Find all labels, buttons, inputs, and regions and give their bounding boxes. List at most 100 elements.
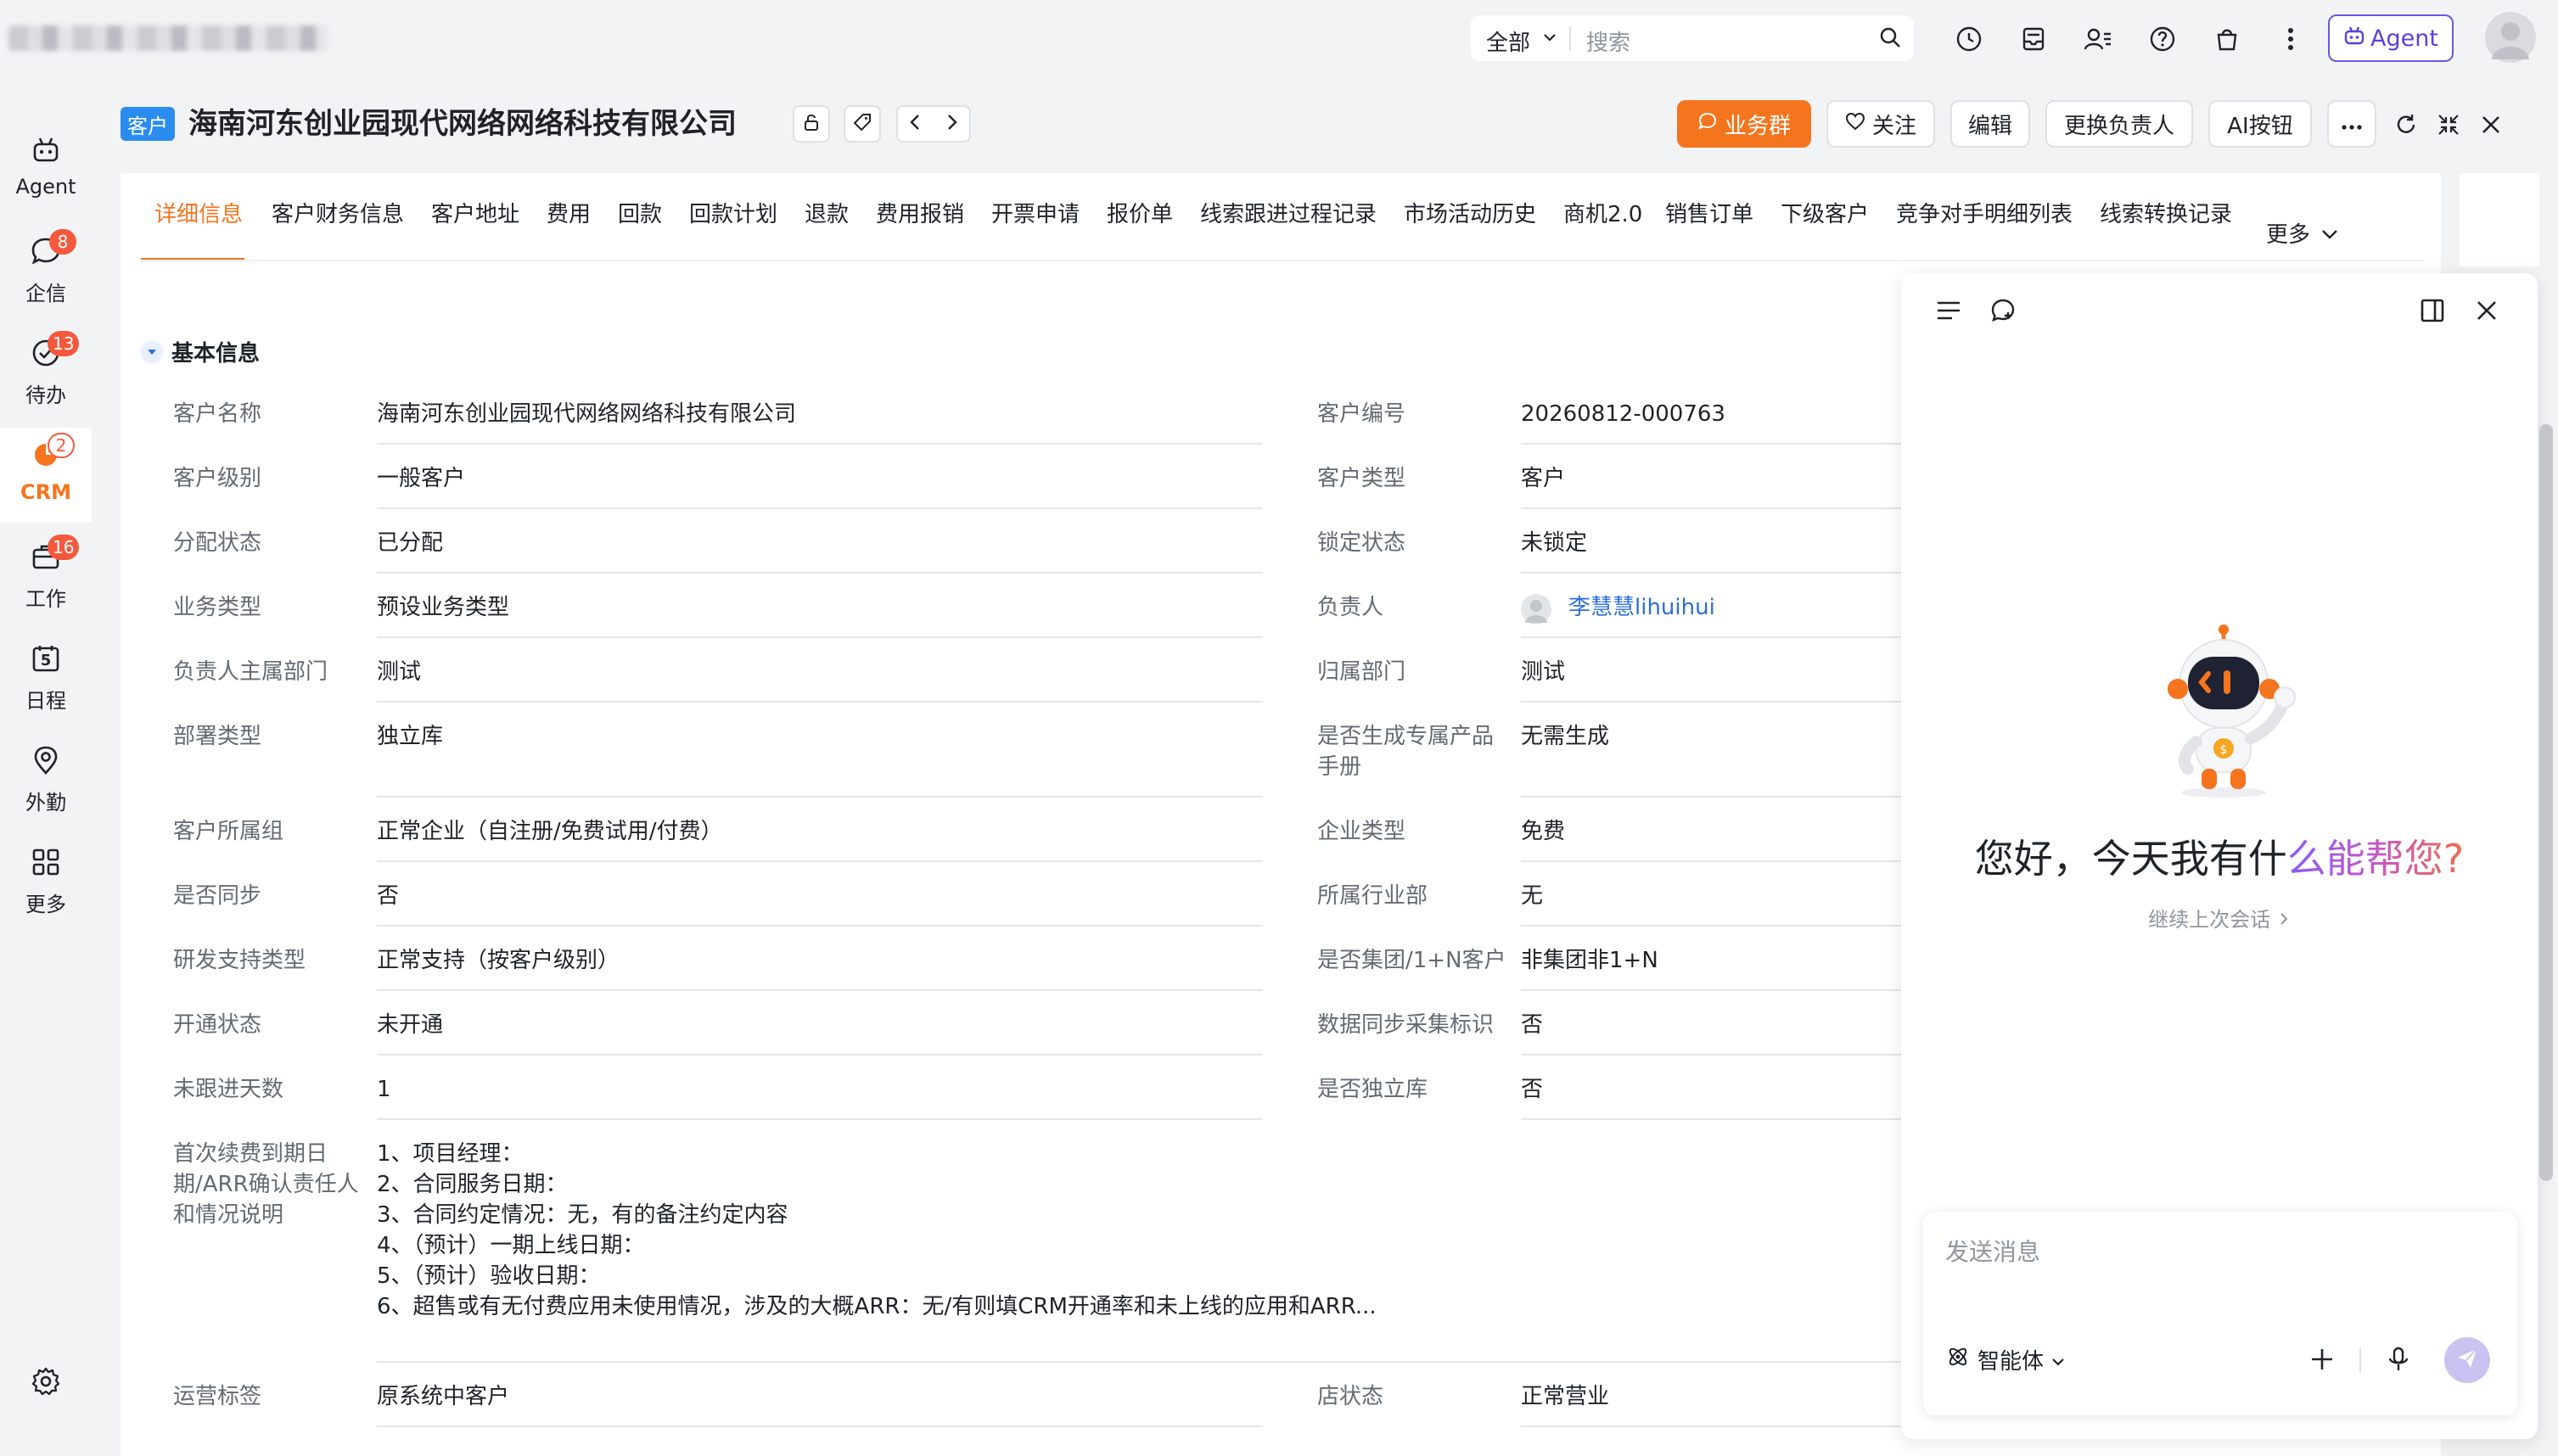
nav-label: 待办 (25, 384, 66, 407)
prev-next-nav (896, 105, 971, 143)
tab-reimbursement[interactable]: 费用报销 (876, 197, 964, 228)
microphone-icon[interactable] (2381, 1342, 2415, 1376)
arr-line: 2、合同服务日期： (377, 1172, 568, 1197)
tab-campaign-history[interactable]: 市场活动历史 (1404, 197, 1536, 228)
help-icon[interactable] (2147, 24, 2178, 54)
page-scrollbar[interactable] (2539, 424, 2553, 1181)
greeting-gradient: 么能帮您? (2286, 836, 2465, 882)
tab-payment-plan[interactable]: 回款计划 (689, 197, 777, 228)
robot-mascot-icon: $ (2152, 623, 2305, 801)
tab-opportunity[interactable]: 商机2.0 (1563, 197, 1642, 228)
continue-last-session-link[interactable]: 继续上次会话 (1901, 903, 2538, 932)
history-clock-icon[interactable] (1954, 24, 1984, 54)
refresh-icon[interactable] (2392, 110, 2421, 139)
close-icon[interactable] (2470, 294, 2504, 328)
lock-button[interactable] (793, 105, 830, 143)
heart-icon (1845, 111, 1865, 137)
field-label: 负责人 (1317, 595, 1384, 620)
top-bar: 全部 搜索 Agent (0, 0, 2558, 76)
agent-button[interactable]: Agent (2328, 14, 2454, 62)
field-value-enterprise-type: 免费 (1521, 819, 1566, 844)
user-avatar[interactable] (2485, 12, 2536, 63)
business-group-button[interactable]: 业务群 (1677, 100, 1811, 148)
field-label: 客户名称 (173, 401, 262, 427)
follow-button[interactable]: 关注 (1826, 100, 1935, 148)
tab-payment[interactable]: 回款 (618, 197, 662, 228)
tab-address[interactable]: 客户地址 (431, 197, 519, 228)
tab-more[interactable]: 更多 (2266, 217, 2339, 249)
chevron-right-icon[interactable] (943, 112, 960, 136)
field-underline (377, 1054, 1263, 1056)
change-owner-button[interactable]: 更换负责人 (2045, 100, 2193, 148)
split-view-icon[interactable] (2415, 294, 2449, 328)
tab-quote[interactable]: 报价单 (1107, 197, 1173, 228)
tab-lead-followup[interactable]: 线索跟进过程记录 (1200, 197, 1377, 228)
todo-badge: 13 (48, 331, 80, 356)
tab-refund[interactable]: 退款 (805, 197, 849, 228)
tab-sub-customer[interactable]: 下级客户 (1781, 197, 1869, 228)
nav-item-work[interactable]: 16 工作 (0, 529, 92, 624)
tab-expense[interactable]: 费用 (547, 197, 591, 228)
section-header-basic-info[interactable]: 基本信息 (141, 336, 260, 367)
search-scope-select[interactable]: 全部 (1486, 25, 1530, 57)
chevron-left-icon[interactable] (907, 112, 924, 136)
field-label: 开通状态 (173, 1012, 262, 1038)
add-attachment-icon[interactable] (2305, 1342, 2339, 1376)
agent-mode-select[interactable]: 智能体 (1945, 1344, 2066, 1375)
owner-avatar (1521, 594, 1551, 624)
search-icon[interactable] (1878, 25, 1904, 54)
message-composer[interactable]: 发送消息 智能体 (1923, 1212, 2517, 1415)
nav-item-crm[interactable]: 2 CRM (0, 428, 92, 523)
calendar-icon: 5 (31, 643, 61, 674)
nav-item-calendar[interactable]: 5 日程 (0, 631, 92, 726)
nav-item-field[interactable]: 外勤 (0, 733, 92, 828)
side-nav: Agent 8 企信 13 待办 2 CRM 16 工作 5 日程 外勤 更多 (0, 76, 92, 1456)
ai-button[interactable]: AI按钮 (2208, 100, 2312, 148)
search-input[interactable]: 搜索 (1586, 25, 1630, 57)
tag-button[interactable] (844, 105, 881, 143)
send-button[interactable] (2444, 1337, 2490, 1383)
tab-lead-conversion[interactable]: 线索转换记录 (2100, 197, 2232, 228)
more-actions-button[interactable] (2327, 100, 2376, 148)
more-vertical-icon[interactable] (2278, 24, 2303, 54)
global-search[interactable]: 全部 搜索 (1471, 15, 1914, 61)
settings-gear-icon[interactable] (29, 1364, 63, 1398)
menu-list-icon[interactable] (1932, 294, 1966, 328)
new-chat-icon[interactable] (1986, 294, 2020, 328)
tab-sales-order[interactable]: 销售订单 (1665, 197, 1753, 228)
robot-icon (31, 134, 61, 165)
field-value-assign-status: 已分配 (377, 530, 444, 556)
nav-item-more[interactable]: 更多 (0, 835, 92, 930)
field-label: 部署类型 (173, 724, 262, 749)
nav-item-chat[interactable]: 8 企信 (0, 224, 92, 319)
divider (1569, 27, 1571, 51)
chevron-down-icon (2320, 221, 2339, 246)
tab-competitor[interactable]: 竞争对手明细列表 (1896, 197, 2073, 228)
shopping-bag-icon[interactable] (2212, 24, 2242, 54)
arr-line: 4、（预计）一期上线日期： (377, 1233, 645, 1258)
field-underline (377, 1425, 1263, 1427)
tab-finance[interactable]: 客户财务信息 (272, 197, 404, 228)
field-label-arr: 首次续费到期日期/ARR确认责任人和情况说明 (173, 1141, 359, 1228)
field-underline (1521, 1118, 1901, 1120)
tab-invoice[interactable]: 开票申请 (991, 197, 1080, 228)
nav-item-todo[interactable]: 13 待办 (0, 326, 92, 421)
edit-button[interactable]: 编辑 (1950, 100, 2030, 148)
send-icon (2455, 1347, 2479, 1374)
field-value-product-manual: 无需生成 (1521, 724, 1610, 749)
collapse-icon[interactable] (2434, 110, 2463, 139)
robot-icon (2343, 25, 2365, 53)
field-underline (377, 701, 1263, 703)
tab-detail[interactable]: 详细信息 (154, 197, 243, 228)
field-underline (1521, 701, 1901, 703)
message-input[interactable]: 发送消息 (1945, 1234, 2040, 1268)
object-type-tag: 客户 (121, 107, 175, 141)
owner-link[interactable]: 李慧慧lihuihui (1568, 592, 1715, 623)
inbox-icon[interactable] (2018, 24, 2049, 54)
field-label: 归属部门 (1317, 659, 1406, 685)
nav-item-agent[interactable]: Agent (0, 122, 92, 217)
field-value-open-status: 未开通 (377, 1012, 444, 1038)
contacts-icon[interactable] (2083, 24, 2113, 54)
location-pin-icon (31, 745, 61, 776)
close-icon[interactable] (2477, 110, 2505, 139)
